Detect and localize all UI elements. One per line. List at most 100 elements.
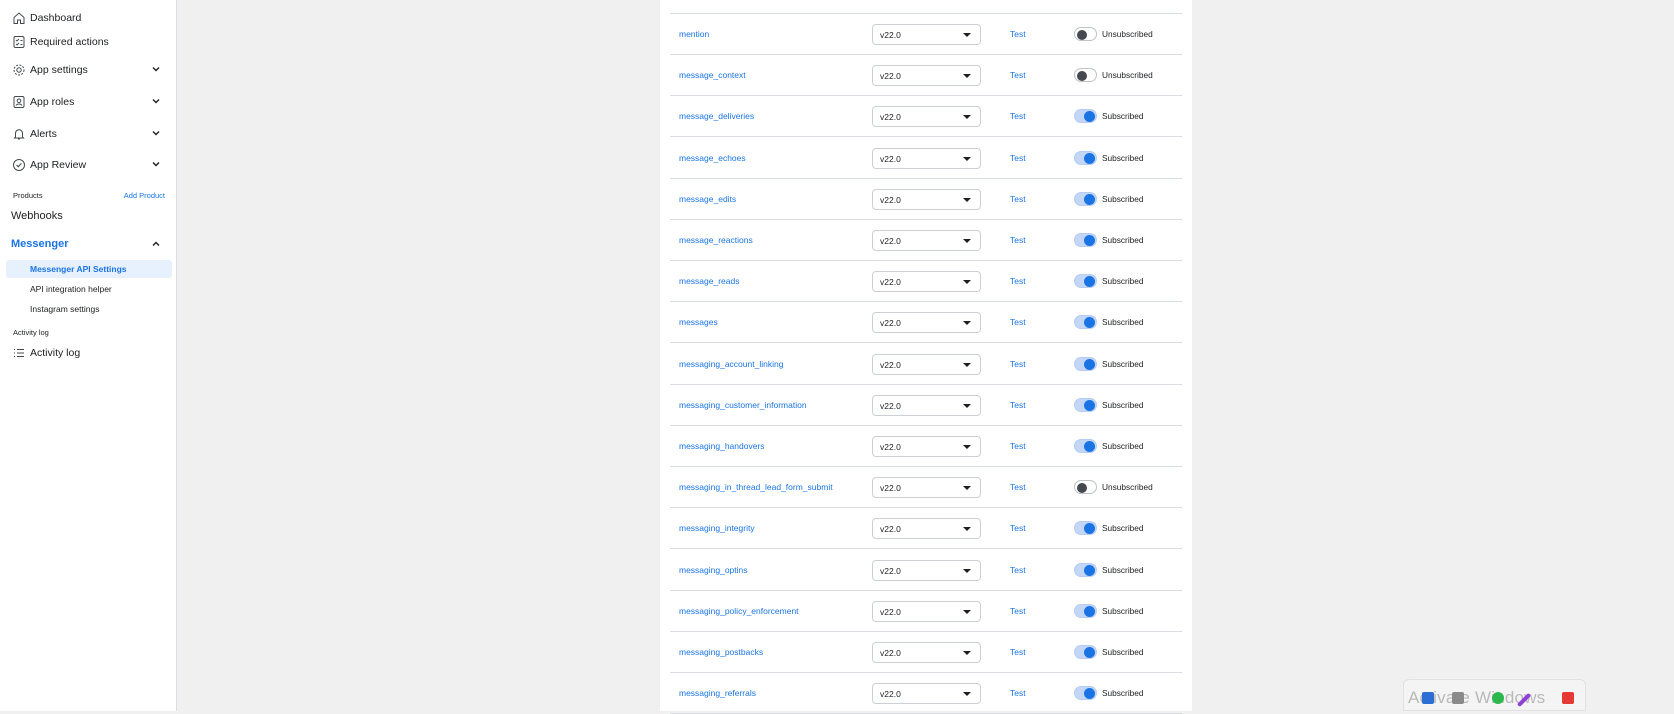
subscribe-toggle[interactable]: [1074, 562, 1097, 577]
webhook-fields-panel: mention v22.0 Test Unsubscribed message_cont…: [660, 0, 1192, 714]
test-link[interactable]: Test: [1010, 194, 1026, 204]
version-select[interactable]: v22.0: [872, 477, 981, 499]
subscribe-toggle[interactable]: [1074, 68, 1097, 83]
sidebar-item-dashboard[interactable]: Dashboard: [11, 7, 166, 29]
test-link[interactable]: Test: [1010, 565, 1026, 575]
subscribe-toggle[interactable]: [1074, 27, 1097, 41]
subscribe-toggle[interactable]: [1074, 150, 1097, 165]
version-value: v22.0: [880, 400, 901, 411]
caret-down-icon: [963, 321, 971, 326]
tray-volume-icon[interactable]: [1562, 692, 1574, 704]
webhook-field-name[interactable]: messaging_postbacks: [679, 647, 763, 657]
webhook-field-name[interactable]: messaging_handovers: [679, 441, 765, 451]
version-select[interactable]: v22.0: [872, 559, 981, 581]
sidebar-subitem-api-integration-helper[interactable]: API integration helper: [6, 280, 172, 298]
version-select[interactable]: v22.0: [872, 271, 981, 293]
version-select[interactable]: v22.0: [872, 353, 981, 375]
webhook-field-name[interactable]: messages: [679, 317, 718, 327]
sidebar-subitem-instagram-settings[interactable]: Instagram settings: [6, 300, 172, 318]
sidebar-item-activity-log[interactable]: Activity log: [11, 342, 166, 364]
webhook-field-name[interactable]: message_reactions: [679, 235, 753, 245]
subscribe-toggle[interactable]: [1074, 603, 1097, 618]
subscribe-toggle[interactable]: [1074, 480, 1097, 495]
webhook-field-name[interactable]: message_edits: [679, 194, 736, 204]
webhook-field-name[interactable]: message_context: [679, 70, 746, 80]
test-link[interactable]: Test: [1010, 235, 1026, 245]
chevron-down-icon[interactable]: [150, 158, 162, 170]
webhook-field-name[interactable]: mention: [679, 29, 709, 39]
test-link[interactable]: Test: [1010, 70, 1026, 80]
test-link[interactable]: Test: [1010, 647, 1026, 657]
sidebar-item-webhooks[interactable]: Webhooks: [11, 210, 63, 222]
test-link[interactable]: Test: [1010, 276, 1026, 286]
version-select[interactable]: v22.0: [872, 394, 981, 416]
subscribe-toggle[interactable]: [1074, 109, 1097, 124]
test-link[interactable]: Test: [1010, 111, 1026, 121]
caret-down-icon: [963, 197, 971, 202]
test-link[interactable]: Test: [1010, 482, 1026, 492]
tray-network-icon[interactable]: [1452, 692, 1464, 704]
chevron-down-icon[interactable]: [150, 63, 162, 75]
sidebar-item-alerts[interactable]: Alerts: [11, 123, 166, 145]
test-link[interactable]: Test: [1010, 688, 1026, 698]
subscribe-toggle[interactable]: [1074, 315, 1097, 330]
webhook-field-name[interactable]: message_reads: [679, 276, 739, 286]
version-select[interactable]: v22.0: [872, 642, 981, 663]
webhook-field-name[interactable]: messaging_referrals: [679, 688, 756, 698]
chevron-down-icon[interactable]: [150, 127, 162, 139]
tray-app-icon[interactable]: [1422, 692, 1434, 704]
subscribe-toggle[interactable]: [1074, 439, 1097, 453]
version-select[interactable]: v22.0: [872, 188, 981, 210]
subscribe-toggle[interactable]: [1074, 356, 1097, 371]
version-select[interactable]: v22.0: [872, 65, 981, 87]
subscribe-toggle[interactable]: [1074, 521, 1097, 536]
subscribe-toggle[interactable]: [1074, 645, 1097, 659]
test-link[interactable]: Test: [1010, 400, 1026, 410]
webhook-field-name[interactable]: message_deliveries: [679, 111, 754, 121]
subscribe-toggle[interactable]: [1074, 274, 1097, 289]
sidebar-subitem-messenger-api-settings[interactable]: Messenger API Settings: [6, 260, 172, 278]
chevron-down-icon[interactable]: [150, 95, 162, 107]
sidebar-item-app-settings[interactable]: App settings: [11, 59, 166, 81]
version-select[interactable]: v22.0: [872, 312, 981, 334]
chevron-up-icon[interactable]: [150, 238, 162, 250]
subscribe-toggle[interactable]: [1074, 686, 1097, 701]
version-select[interactable]: v22.0: [872, 518, 981, 540]
caret-down-icon: [963, 33, 971, 37]
test-link[interactable]: Test: [1010, 153, 1026, 163]
version-select[interactable]: v22.0: [872, 683, 981, 705]
test-link[interactable]: Test: [1010, 606, 1026, 616]
version-select[interactable]: v22.0: [872, 24, 981, 45]
test-link[interactable]: Test: [1010, 29, 1026, 39]
webhook-field-name[interactable]: messaging_customer_information: [679, 400, 807, 410]
tray-status-icon[interactable]: [1492, 692, 1504, 704]
webhook-field-name[interactable]: messaging_account_linking: [679, 359, 783, 369]
sidebar-item-required-actions[interactable]: Required actions: [11, 31, 166, 53]
version-select[interactable]: v22.0: [872, 147, 981, 169]
webhook-field-name[interactable]: messaging_optins: [679, 565, 748, 575]
sidebar-item-messenger[interactable]: Messenger: [11, 234, 166, 254]
test-link[interactable]: Test: [1010, 441, 1026, 451]
webhook-field-name[interactable]: messaging_policy_enforcement: [679, 606, 799, 616]
caret-down-icon: [963, 527, 971, 532]
sidebar-item-app-roles[interactable]: App roles: [11, 91, 166, 113]
subscribe-toggle[interactable]: [1074, 397, 1097, 412]
version-select[interactable]: v22.0: [872, 230, 981, 251]
test-link[interactable]: Test: [1010, 317, 1026, 327]
subscription-status: Subscribed: [1102, 276, 1144, 287]
webhook-field-name[interactable]: messaging_in_thread_lead_form_submit: [679, 482, 833, 492]
caret-down-icon: [963, 156, 971, 161]
webhook-field-name[interactable]: messaging_integrity: [679, 523, 755, 533]
add-product-link[interactable]: Add Product: [124, 191, 165, 200]
version-select[interactable]: v22.0: [872, 600, 981, 622]
test-link[interactable]: Test: [1010, 359, 1026, 369]
sidebar-item-app-review[interactable]: App Review: [11, 154, 166, 176]
version-select[interactable]: v22.0: [872, 106, 981, 128]
subscribe-toggle[interactable]: [1074, 233, 1097, 247]
subscribe-toggle[interactable]: [1074, 191, 1097, 206]
webhook-field-name[interactable]: message_echoes: [679, 153, 746, 163]
version-value: v22.0: [880, 606, 901, 617]
version-value: v22.0: [880, 524, 901, 535]
test-link[interactable]: Test: [1010, 523, 1026, 533]
version-select[interactable]: v22.0: [872, 436, 981, 457]
